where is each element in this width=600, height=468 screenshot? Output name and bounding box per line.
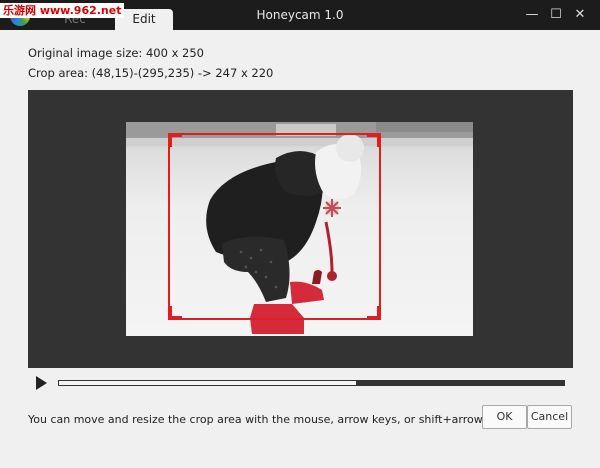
original-size-label: Original image size: 400 x 250 (28, 46, 204, 60)
play-icon[interactable] (36, 376, 47, 390)
minimize-icon[interactable]: — (522, 6, 542, 24)
close-icon[interactable]: ✕ (570, 6, 590, 24)
maximize-icon[interactable]: ☐ (546, 6, 566, 24)
watermark: 乐游网 www.962.net (0, 3, 125, 18)
crop-hint-text: You can move and resize the crop area wi… (28, 413, 515, 426)
cancel-button[interactable]: Cancel (527, 405, 572, 429)
crop-area-label: Crop area: (48,15)-(295,235) -> 247 x 22… (28, 66, 274, 80)
crop-handle-bottom-left[interactable] (168, 306, 182, 320)
timeline-progress[interactable] (58, 380, 357, 386)
crop-handle-top-left[interactable] (168, 133, 182, 147)
crop-handle-top-right[interactable] (367, 133, 381, 147)
crop-selection-box[interactable] (168, 133, 381, 320)
crop-handle-bottom-right[interactable] (367, 306, 381, 320)
ok-button[interactable]: OK (482, 405, 527, 429)
